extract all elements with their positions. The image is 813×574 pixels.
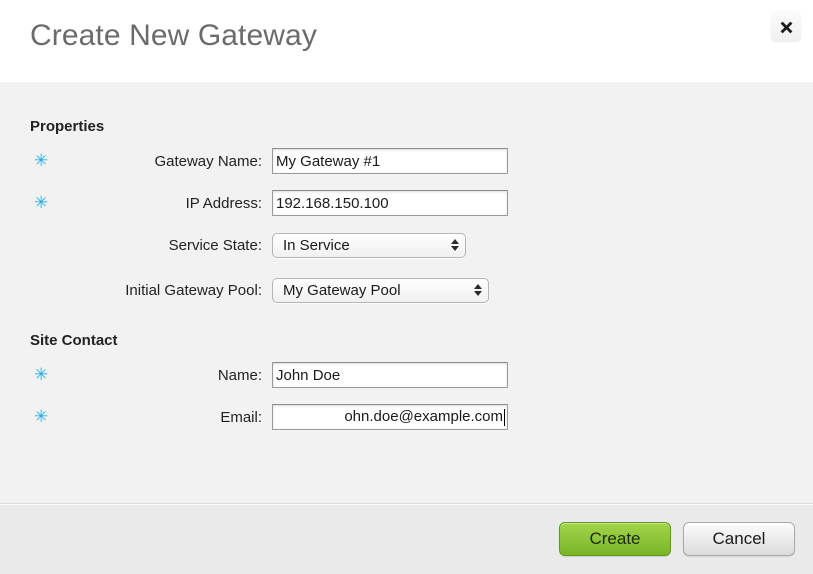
contact-email-value: ohn.doe@example.com: [344, 408, 503, 425]
close-icon: [779, 20, 794, 35]
field-label-contact-name: Name:: [217, 366, 262, 384]
create-gateway-dialog: Create New Gateway Properties ✳ Gateway …: [0, 0, 813, 574]
field-row-contact-name: ✳ Name:: [0, 360, 813, 390]
field-label-service-state: Service State:: [168, 236, 262, 254]
field-label-contact-email: Email:: [220, 408, 262, 426]
field-row-initial-gateway-pool: ✳ Initial Gateway Pool: My Gateway Pool: [0, 275, 813, 305]
section-heading-site-contact: Site Contact: [30, 332, 118, 349]
gateway-name-input[interactable]: [272, 148, 508, 174]
text-cursor: [504, 408, 505, 426]
cancel-button[interactable]: Cancel: [683, 522, 795, 556]
dialog-footer: Create Cancel: [0, 503, 813, 574]
page-title: Create New Gateway: [30, 19, 317, 52]
close-button[interactable]: [771, 12, 801, 42]
create-button[interactable]: Create: [559, 522, 671, 556]
field-row-service-state: ✳ Service State: In Service: [0, 230, 813, 260]
ip-address-input[interactable]: [272, 190, 508, 216]
section-heading-properties: Properties: [30, 118, 105, 135]
field-label-initial-gateway-pool: Initial Gateway Pool:: [125, 281, 262, 299]
contact-email-input[interactable]: ohn.doe@example.com: [272, 404, 508, 430]
service-state-select[interactable]: In Service: [272, 232, 466, 258]
dialog-header: Create New Gateway: [0, 0, 813, 82]
dialog-body: Properties ✳ Gateway Name: ✳ IP Address:…: [0, 82, 813, 503]
initial-gateway-pool-select[interactable]: My Gateway Pool: [272, 277, 489, 303]
field-label-gateway-name: Gateway Name:: [154, 152, 262, 170]
service-state-value: In Service: [283, 236, 350, 254]
contact-name-input[interactable]: [272, 362, 508, 388]
field-row-ip-address: ✳ IP Address:: [0, 188, 813, 218]
field-row-contact-email: ✳ Email: ohn.doe@example.com: [0, 402, 813, 432]
field-label-ip-address: IP Address:: [185, 194, 262, 212]
field-row-gateway-name: ✳ Gateway Name:: [0, 146, 813, 176]
stepper-arrows-icon: [451, 239, 459, 251]
initial-gateway-pool-value: My Gateway Pool: [283, 281, 401, 299]
stepper-arrows-icon: [474, 284, 482, 296]
